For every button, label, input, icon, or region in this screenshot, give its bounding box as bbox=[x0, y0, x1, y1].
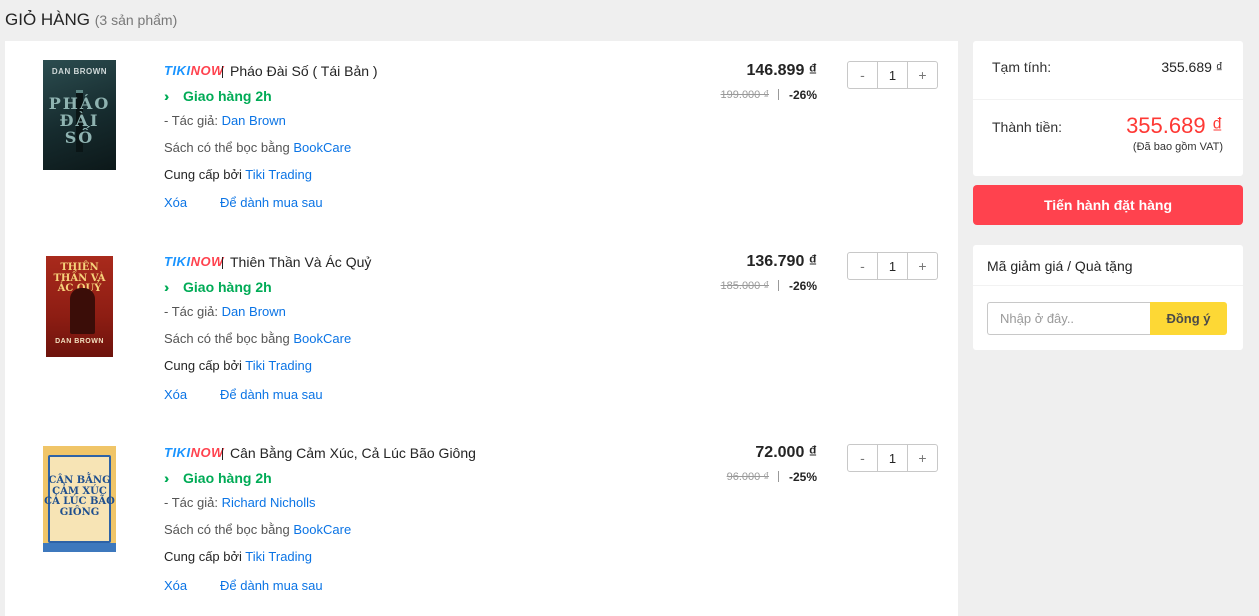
shipping-badge: ›› Giao hàng 2h bbox=[164, 470, 272, 486]
cover-title: PHÁO ĐÀI SỐ bbox=[48, 94, 111, 147]
author-line: - Tác giả: Dan Brown bbox=[164, 304, 286, 319]
coupon-panel: Mã giảm giá / Quà tặng Đồng ý bbox=[973, 245, 1243, 350]
quantity-input[interactable]: 1 bbox=[877, 62, 908, 88]
shipping-badge: ›› Giao hàng 2h bbox=[164, 279, 272, 295]
save-for-later-button[interactable]: Để dành mua sau bbox=[220, 578, 323, 593]
total-value: 355.689 ₫ bbox=[1126, 113, 1223, 138]
shipping-badge: ›› Giao hàng 2h bbox=[164, 88, 272, 104]
save-for-later-button[interactable]: Để dành mua sau bbox=[220, 195, 323, 210]
bookcare-link[interactable]: BookCare bbox=[293, 140, 351, 155]
original-price: 185.000 ₫ bbox=[720, 280, 769, 292]
subtotal-value: 355.689 ₫ bbox=[1161, 59, 1223, 75]
vat-note: (Đã bao gồm VAT) bbox=[1132, 141, 1223, 153]
cover-title: CÂN BẰNG CẢM XÚC CẢ LÚC BÃO GIÔNG bbox=[44, 475, 115, 518]
cart-item: CÂN BẰNG CẢM XÚC CẢ LÚC BÃO GIÔNG TIKINO… bbox=[5, 424, 958, 616]
price: 72.000 ₫ bbox=[755, 444, 817, 461]
cover-stripe bbox=[43, 543, 116, 552]
price-divider bbox=[778, 280, 779, 291]
quantity-stepper: - 1 + bbox=[847, 61, 938, 89]
bookcare-line: Sách có thể bọc bằng BookCare bbox=[164, 522, 352, 537]
quantity-input[interactable]: 1 bbox=[877, 253, 908, 279]
decrease-button[interactable]: - bbox=[848, 445, 877, 471]
remove-button[interactable]: Xóa bbox=[164, 578, 187, 593]
double-chevron-icon: ›› bbox=[164, 470, 169, 486]
divider bbox=[222, 448, 223, 460]
coupon-input[interactable] bbox=[987, 302, 1150, 335]
product-image[interactable]: THIÊN THẦN VÀ ÁC QUỶ DAN BROWN bbox=[46, 256, 113, 357]
product-name-link[interactable]: Pháo Đài Số ( Tái Bản ) bbox=[230, 63, 378, 79]
author-link[interactable]: Dan Brown bbox=[222, 304, 286, 319]
tikinow-logo: TIKINOW bbox=[164, 63, 224, 78]
double-chevron-icon: ›› bbox=[164, 88, 169, 104]
cover-author: DAN BROWN bbox=[55, 338, 104, 345]
increase-button[interactable]: + bbox=[908, 445, 937, 471]
product-image[interactable]: DAN BROWN PHÁO ĐÀI SỐ bbox=[43, 60, 116, 170]
cover-art bbox=[70, 288, 95, 334]
author-link[interactable]: Richard Nicholls bbox=[222, 495, 316, 510]
page-title: GIỎ HÀNG (3 sản phẩm) bbox=[5, 10, 178, 29]
seller-line: Cung cấp bởi Tiki Trading bbox=[164, 358, 313, 373]
apply-coupon-button[interactable]: Đồng ý bbox=[1150, 302, 1227, 335]
product-image[interactable]: CÂN BẰNG CẢM XÚC CẢ LÚC BÃO GIÔNG bbox=[43, 446, 116, 552]
bookcare-line: Sách có thể bọc bằng BookCare bbox=[164, 140, 352, 155]
remove-button[interactable]: Xóa bbox=[164, 195, 187, 210]
product-name-link[interactable]: Thiên Thần Và Ác Quỷ bbox=[230, 254, 371, 270]
seller-line: Cung cấp bởi Tiki Trading bbox=[164, 549, 313, 564]
remove-button[interactable]: Xóa bbox=[164, 387, 187, 402]
coupon-title: Mã giảm giá / Quà tặng bbox=[987, 258, 1133, 274]
coupon-divider bbox=[973, 285, 1243, 286]
bookcare-line: Sách có thể bọc bằng BookCare bbox=[164, 331, 352, 346]
cart-item: DAN BROWN PHÁO ĐÀI SỐ TIKINOW Pháo Đài S… bbox=[5, 41, 958, 233]
discount-badge: -26% bbox=[788, 88, 817, 102]
price: 136.790 ₫ bbox=[746, 253, 818, 270]
order-summary: Tạm tính: 355.689 ₫ Thành tiền: 355.689 … bbox=[973, 41, 1243, 176]
total-label: Thành tiền: bbox=[992, 119, 1063, 135]
price: 146.899 ₫ bbox=[746, 62, 818, 79]
author-line: - Tác giả: Dan Brown bbox=[164, 113, 286, 128]
subtotal-label: Tạm tính: bbox=[992, 59, 1052, 75]
save-for-later-button[interactable]: Để dành mua sau bbox=[220, 387, 323, 402]
divider bbox=[222, 257, 223, 269]
decrease-button[interactable]: - bbox=[848, 253, 877, 279]
original-price: 96.000 ₫ bbox=[726, 471, 769, 483]
double-chevron-icon: ›› bbox=[164, 279, 169, 295]
price-divider bbox=[778, 471, 779, 482]
quantity-stepper: - 1 + bbox=[847, 444, 938, 472]
divider bbox=[222, 66, 223, 78]
tikinow-logo: TIKINOW bbox=[164, 445, 224, 460]
decrease-button[interactable]: - bbox=[848, 62, 877, 88]
quantity-input[interactable]: 1 bbox=[877, 445, 908, 471]
summary-divider bbox=[973, 99, 1243, 100]
bookcare-link[interactable]: BookCare bbox=[293, 331, 351, 346]
tikinow-logo: TIKINOW bbox=[164, 254, 224, 269]
seller-link[interactable]: Tiki Trading bbox=[245, 549, 312, 564]
cart-items-panel: DAN BROWN PHÁO ĐÀI SỐ TIKINOW Pháo Đài S… bbox=[5, 41, 958, 616]
discount-badge: -26% bbox=[788, 279, 817, 293]
author-link[interactable]: Dan Brown bbox=[222, 113, 286, 128]
seller-link[interactable]: Tiki Trading bbox=[245, 358, 312, 373]
price-divider bbox=[778, 89, 779, 100]
increase-button[interactable]: + bbox=[908, 253, 937, 279]
discount-badge: -25% bbox=[788, 470, 817, 484]
checkout-button[interactable]: Tiến hành đặt hàng bbox=[973, 185, 1243, 225]
bookcare-link[interactable]: BookCare bbox=[293, 522, 351, 537]
seller-line: Cung cấp bởi Tiki Trading bbox=[164, 167, 313, 182]
increase-button[interactable]: + bbox=[908, 62, 937, 88]
product-name-link[interactable]: Cân Bằng Cảm Xúc, Cả Lúc Bão Giông bbox=[230, 445, 476, 461]
cart-item: THIÊN THẦN VÀ ÁC QUỶ DAN BROWN TIKINOW T… bbox=[5, 233, 958, 425]
item-count: (3 sản phẩm) bbox=[94, 12, 178, 28]
original-price: 199.000 ₫ bbox=[720, 89, 769, 101]
seller-link[interactable]: Tiki Trading bbox=[245, 167, 312, 182]
author-line: - Tác giả: Richard Nicholls bbox=[164, 495, 316, 510]
quantity-stepper: - 1 + bbox=[847, 252, 938, 280]
cover-author: DAN BROWN bbox=[51, 67, 108, 76]
